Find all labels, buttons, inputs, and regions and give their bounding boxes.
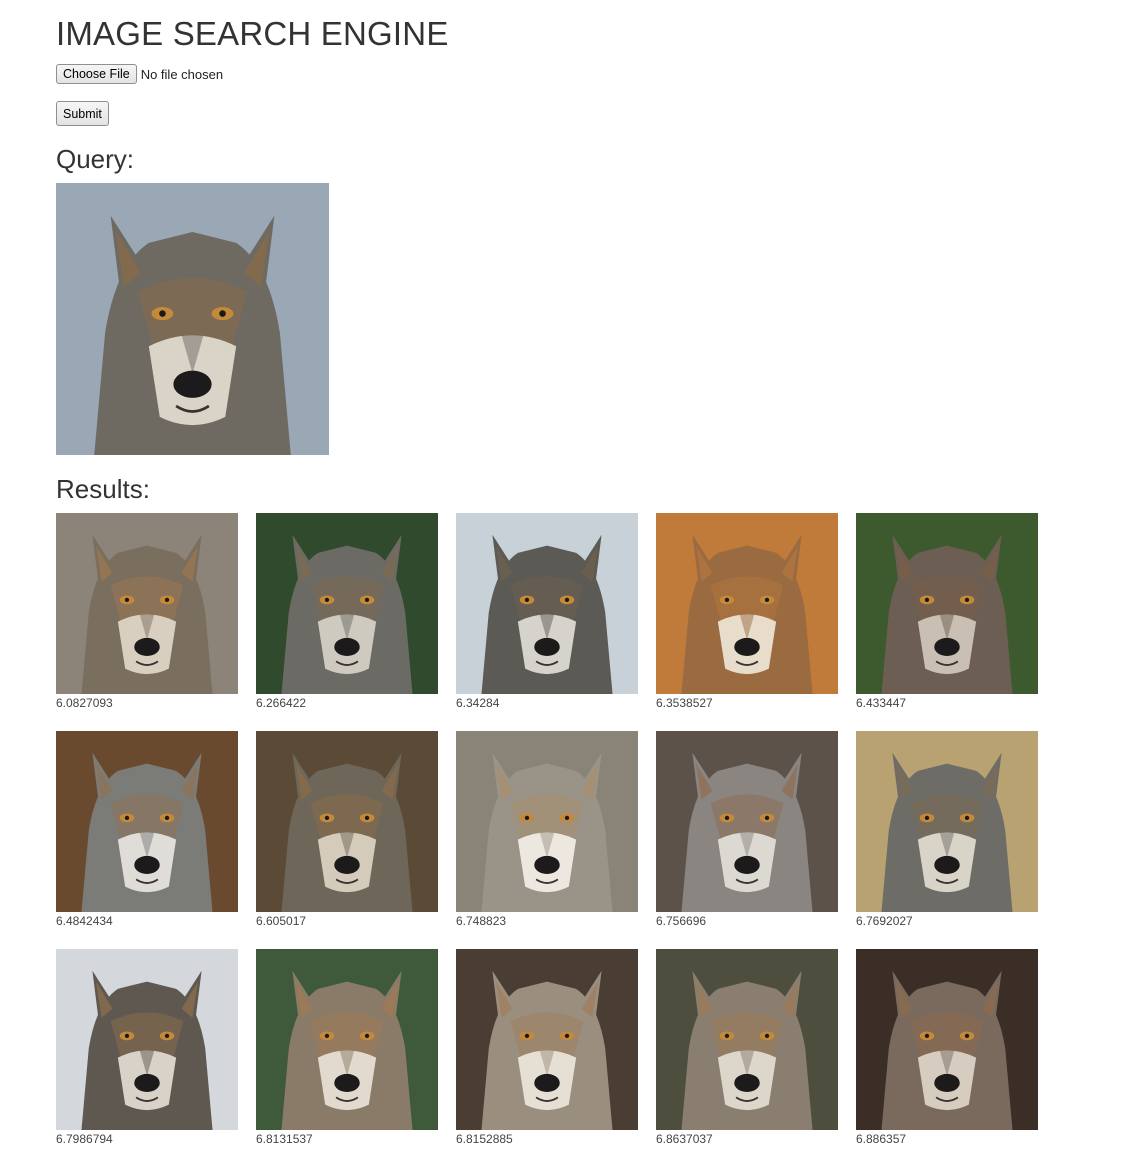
result-item: 6.605017	[256, 731, 438, 928]
result-image	[256, 731, 438, 912]
result-image	[856, 731, 1038, 912]
result-item: 6.8152885	[456, 949, 638, 1146]
result-score: 6.266422	[256, 696, 307, 710]
result-score: 6.3538527	[656, 696, 713, 710]
result-image	[856, 949, 1038, 1130]
result-item: 6.748823	[456, 731, 638, 928]
result-score: 6.4842434	[56, 914, 113, 928]
result-score: 6.8131537	[256, 1132, 313, 1146]
result-score: 6.8637037	[656, 1132, 713, 1146]
query-image	[56, 183, 329, 455]
result-score: 6.8152885	[456, 1132, 513, 1146]
result-image	[656, 731, 838, 912]
result-image	[256, 949, 438, 1130]
result-score: 6.7986794	[56, 1132, 113, 1146]
result-image	[456, 513, 638, 694]
result-item: 6.7692027	[856, 731, 1038, 928]
result-image	[56, 949, 238, 1130]
result-image	[856, 513, 1038, 694]
result-image	[456, 731, 638, 912]
result-item: 6.34284	[456, 513, 638, 710]
result-image	[256, 513, 438, 694]
choose-file-button[interactable]: Choose File	[56, 64, 137, 84]
result-score: 6.756696	[656, 914, 707, 928]
result-image	[656, 949, 838, 1130]
result-score: 6.886357	[856, 1132, 907, 1146]
query-heading: Query:	[56, 144, 135, 174]
result-score: 6.605017	[256, 914, 307, 928]
results-heading: Results:	[56, 474, 150, 504]
submit-button[interactable]: Submit	[56, 101, 109, 126]
result-item: 6.433447	[856, 513, 1038, 710]
result-item: 6.3538527	[656, 513, 838, 710]
result-score: 6.748823	[456, 914, 507, 928]
result-item: 6.266422	[256, 513, 438, 710]
file-status-text: No file chosen	[140, 66, 224, 82]
result-image	[56, 513, 238, 694]
result-score: 6.433447	[856, 696, 907, 710]
file-upload-control[interactable]: Choose File No file chosen	[56, 64, 223, 84]
result-item: 6.4842434	[56, 731, 238, 928]
result-item: 6.756696	[656, 731, 838, 928]
result-image	[656, 513, 838, 694]
result-item: 6.0827093	[56, 513, 238, 710]
result-score: 6.7692027	[856, 914, 913, 928]
result-item: 6.8131537	[256, 949, 438, 1146]
page: IMAGE SEARCH ENGINE Choose File No file …	[0, 0, 1148, 1167]
result-item: 6.8637037	[656, 949, 838, 1146]
result-image	[456, 949, 638, 1130]
result-image	[56, 731, 238, 912]
result-score: 6.0827093	[56, 696, 113, 710]
result-score: 6.34284	[456, 696, 500, 710]
result-item: 6.7986794	[56, 949, 238, 1146]
result-item: 6.886357	[856, 949, 1038, 1146]
page-title: IMAGE SEARCH ENGINE	[56, 15, 449, 52]
